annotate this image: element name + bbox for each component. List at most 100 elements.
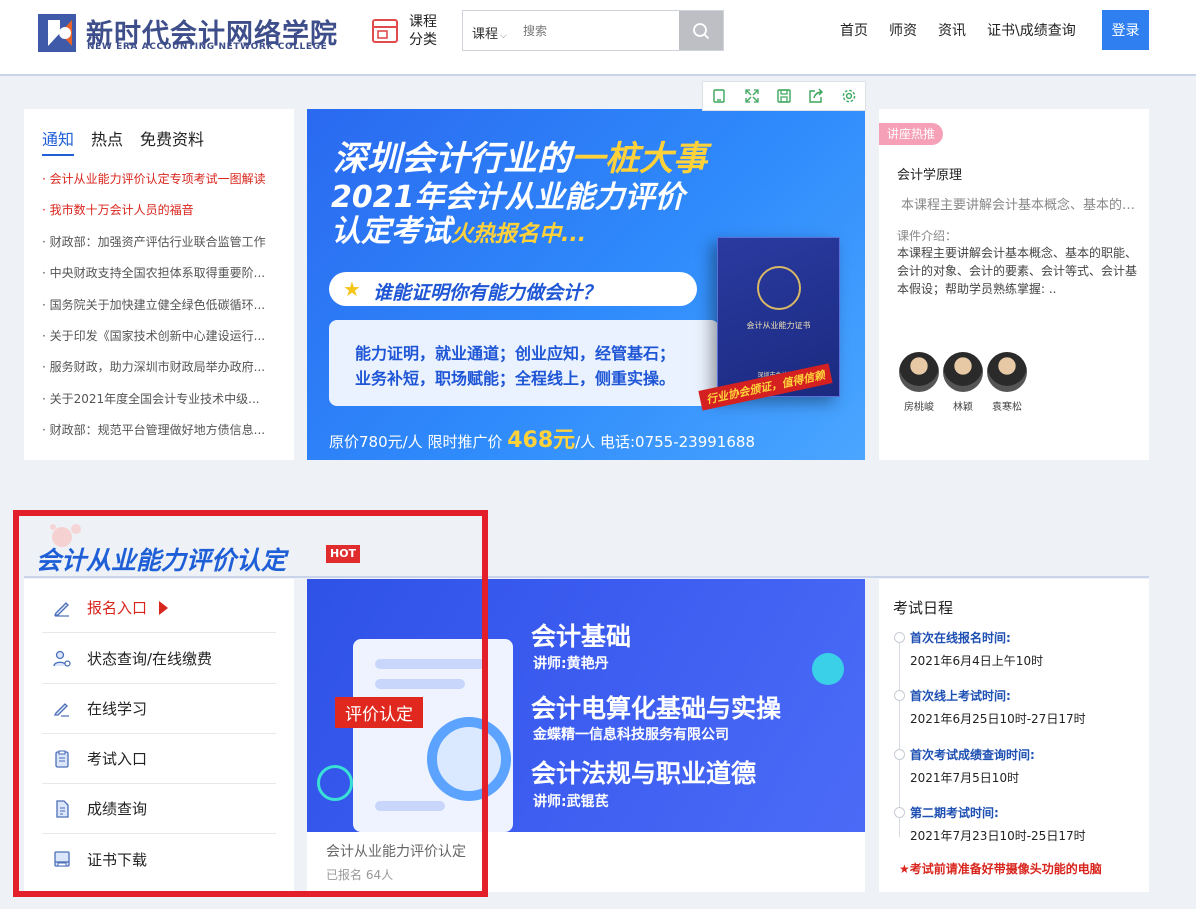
teacher-list: 房桃峻 林颖 袁寒松 [897,352,1029,413]
tab-free-materials[interactable]: 免费资料 [140,126,204,156]
section-title: 会计从业能力评价认定 [36,546,287,575]
menu-item-score-query[interactable]: 成绩查询 [42,784,276,834]
tab-notice[interactable]: 通知 [42,126,75,156]
decoration-line [375,659,485,669]
pen-icon [50,596,74,620]
list-item[interactable]: · 国务院关于加快建立健全绿色低碳循环... [42,296,282,327]
list-item[interactable]: · 中央财政支持全国农担体系取得重要阶... [42,264,282,295]
notice-tabs: 通知 热点 免费资料 [42,126,221,156]
list-item[interactable]: · 我市数十万会计人员的福音 [42,201,282,232]
nav-teachers[interactable]: 师资 [889,20,917,40]
menu-item-certificate-download[interactable]: 证书下载 [42,834,276,884]
teacher-card[interactable]: 林颖 [941,352,985,413]
settings-button[interactable] [833,82,865,110]
menu-item-label: 在线学习 [87,700,148,718]
search-bar: 课程 ⌵ [462,10,724,51]
list-item[interactable]: · 会计从业能力评价认定专项考试一图解读 [42,170,282,201]
lecture-intro-heading: 课件介绍： [897,229,958,243]
search-input[interactable] [523,19,673,43]
schedule-item-date: 2021年6月4日上午10时 [910,654,1044,668]
price-promo: 468元 [507,428,576,453]
logo-subtext: NEW ERA ACCOUNTING NETWORK COLLEGE [87,42,328,52]
course-cover-image: 评价认定 会计基础 讲师:黄艳丹 会计电算化基础与实操 金蝶精一信息科技服务有限… [307,579,865,832]
exam-schedule-panel: 考试日程 首次在线报名时间: 2021年6月4日上午10时 首次线上考试时间: … [879,579,1149,892]
magnifier-icon [427,717,511,801]
course-cover-subtext: 金蝶精一信息科技服务有限公司 [533,727,729,743]
site-header: 新时代会计网络学院 NEW ERA ACCOUNTING NETWORK COL… [0,0,1196,76]
copy-button[interactable] [703,82,735,110]
nav-home[interactable]: 首页 [840,20,868,40]
course-cover-heading: 会计基础 [531,622,632,651]
decoration-dot [812,653,844,685]
course-cover-heading: 会计电算化基础与实操 [531,694,782,723]
menu-item-exam-entry[interactable]: 考试入口 [42,734,276,784]
teacher-card[interactable]: 房桃峻 [897,352,941,413]
banner-subheadline-2b: 火热报名中... [451,222,587,247]
banner-subheadline-2: 认定考试火热报名中... [331,215,586,252]
caret-right-icon [159,600,169,615]
share-button[interactable] [800,82,832,110]
site-logo[interactable]: 新时代会计网络学院 NEW ERA ACCOUNTING NETWORK COL… [38,12,338,56]
schedule-item-heading: 首次考试成绩查询时间: [910,748,1035,762]
banner-question-pill: ★ 谁能证明你有能力做会计？ [329,272,697,306]
search-button[interactable] [679,11,723,50]
search-type-select[interactable]: 课程 ⌵ [472,23,507,42]
schedule-note-text: 考试前请准备好带摄像头功能的电脑 [909,862,1102,876]
course-enrollment-count: 已报名 64人 [326,868,394,882]
main-nav: 首页 师资 资讯 证书\成绩查询 [840,20,1097,40]
section-header: 会计从业能力评价认定 HOT [24,521,1149,579]
promo-banner[interactable]: 深圳会计行业的一桩大事 2021年会计从业能力评价 认定考试火热报名中... ★… [307,109,865,460]
schedule-item-date: 2021年6月25日10时-27日17时 [910,712,1086,726]
course-card[interactable]: 评价认定 会计基础 讲师:黄艳丹 会计电算化基础与实操 金蝶精一信息科技服务有限… [307,579,865,892]
schedule-note: ★考试前请准备好带摄像头功能的电脑 [899,860,1102,877]
document-icon [50,797,74,821]
course-tag: 评价认定 [335,697,423,728]
list-item[interactable]: · 财政部：规范平台管理做好地方债信息... [42,421,282,452]
lecture-intro: 本课程主要讲解会计基本概念、基本的职能、会计的对象、会计的要素、会计等式、会计基… [897,246,1138,296]
tab-hot[interactable]: 热点 [91,126,123,156]
chevron-down-icon: ⌵ [500,31,507,41]
timeline-dot [894,632,905,643]
menu-item-online-learning[interactable]: 在线学习 [42,684,276,734]
menu-item-label: 报名入口 [87,599,148,617]
lecture-tag: 讲座热推 [879,123,944,145]
course-cover-heading: 会计法规与职业道德 [531,759,757,788]
list-item[interactable]: · 财政部：加强资产评估行业联合监管工作 [42,233,282,264]
schedule-item-heading: 首次线上考试时间: [910,689,1011,703]
nav-certificate-query[interactable]: 证书\成绩查询 [987,20,1076,40]
book-icon [372,19,398,43]
teacher-card[interactable]: 袁寒松 [985,352,1029,413]
course-name: 会计从业能力评价认定 [326,844,466,860]
schedule-title: 考试日程 [893,599,954,617]
nav-news[interactable]: 资讯 [938,20,966,40]
certificate-title: 会计从业能力证书 [746,321,811,330]
image-toolbar [702,81,866,111]
search-type-label: 课程 [472,27,499,42]
list-item[interactable]: · 关于印发《国家技术创新中心建设运行... [42,327,282,358]
timeline-dot [894,749,905,760]
timeline-dot [894,807,905,818]
price-original: 原价780元/人 限时推广价 [329,433,508,451]
hot-badge: HOT [326,545,361,563]
login-button[interactable]: 登录 [1102,10,1149,50]
lecture-title[interactable]: 会计学原理 [897,164,962,183]
list-item[interactable]: · 关于2021年度全国会计专业技术中级... [42,390,282,421]
logo-icon [38,14,76,52]
lecture-subtitle: 本课程主要讲解会计基本概念、基本的职能 [901,198,1137,213]
menu-item-label: 成绩查询 [87,800,148,818]
banner-feature-box: 能力证明，就业通道；创业应知，经管基石； 业务补短，职场赋能；全程线上，侧重实操… [329,320,719,406]
banner-feature-line-2: 业务补短，职场赋能；全程线上，侧重实操。 [355,369,676,388]
decoration-ring [317,765,353,801]
teacher-name: 袁寒松 [992,402,1022,413]
save-button[interactable] [768,82,800,110]
teacher-name: 林颖 [953,402,973,413]
decoration-line [375,801,445,811]
banner-feature-line-1: 能力证明，就业通道；创业应知，经管基石； [355,344,676,363]
course-category-button[interactable]: 课程分类 [370,13,445,53]
avatar [899,352,939,392]
star-icon: ★ [343,277,361,301]
menu-item-status-payment[interactable]: 状态查询/在线缴费 [42,634,276,684]
menu-item-registration[interactable]: 报名入口 [42,583,276,633]
list-item[interactable]: · 服务财政，助力深圳市财政局举办政府... [42,358,282,389]
fullscreen-button[interactable] [735,82,767,110]
